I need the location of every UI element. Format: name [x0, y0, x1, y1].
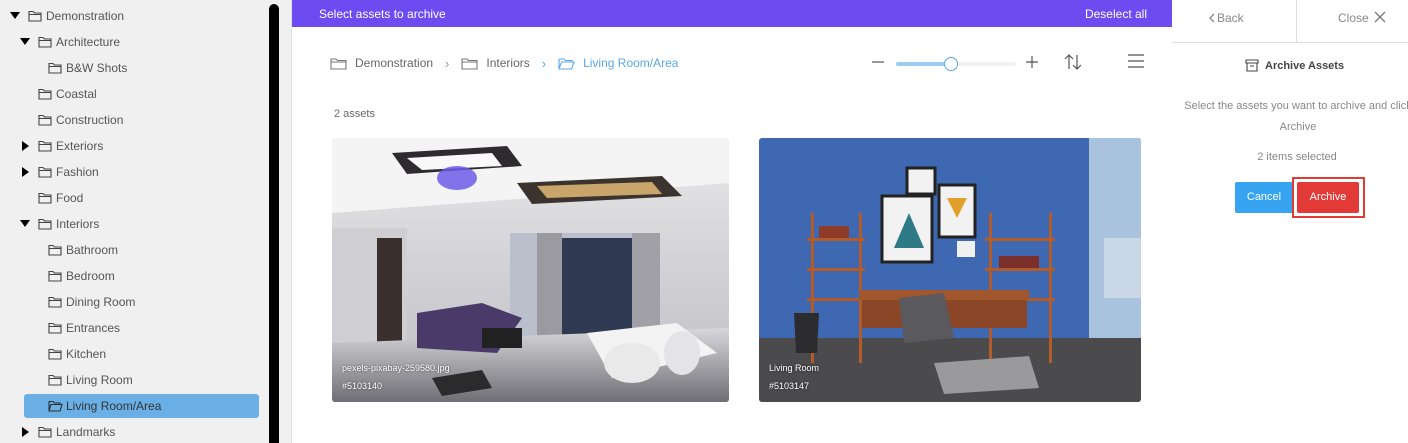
tree-item[interactable]: Living Room: [0, 368, 262, 392]
tree-item[interactable]: Construction: [0, 108, 262, 132]
tree-item[interactable]: Fashion: [0, 160, 262, 184]
archive-mode-bar: Select assets to archive Deselect all: [292, 0, 1173, 27]
tree-item[interactable]: Bathroom: [0, 238, 262, 262]
cancel-button[interactable]: Cancel: [1235, 182, 1293, 213]
breadcrumb: Demonstration › Interiors › Living Room/…: [330, 52, 678, 74]
zoom-slider-fill: [896, 62, 950, 66]
tree-item-label: Fashion: [56, 165, 99, 179]
folder-icon: [38, 192, 52, 207]
tree-item[interactable]: Food: [0, 186, 262, 210]
zoom-in-icon[interactable]: [1025, 55, 1039, 69]
tree-item[interactable]: Dining Room: [0, 290, 262, 314]
tree-item-label: Living Room/Area: [66, 399, 162, 413]
folder-icon: [48, 244, 62, 259]
close-icon: [1374, 11, 1386, 23]
back-button[interactable]: Back: [1172, 0, 1297, 43]
tree-item-label: Entrances: [66, 321, 121, 335]
caret-down-icon[interactable]: [20, 219, 30, 229]
tree-item[interactable]: Kitchen: [0, 342, 262, 366]
asset-card[interactable]: Living Room #5103147: [759, 138, 1141, 402]
menu-icon[interactable]: [1127, 53, 1145, 69]
tree-item-label: Bedroom: [66, 269, 115, 283]
archive-panel: Back Close Archive Assets Select the ass…: [1172, 0, 1408, 443]
folder-icon: [48, 348, 62, 363]
panel-title: Archive Assets: [1265, 60, 1345, 72]
tree-item[interactable]: Entrances: [0, 316, 262, 340]
folder-icon: [48, 270, 62, 285]
tree-scrollbar[interactable]: [269, 4, 279, 443]
chevron-right-icon: ›: [541, 55, 547, 71]
folder-icon: [48, 62, 62, 77]
tree-item-label: Kitchen: [66, 347, 107, 361]
folder-icon: [38, 114, 52, 129]
tree-item[interactable]: Interiors: [0, 212, 262, 236]
back-label: Back: [1217, 11, 1244, 25]
tree-item-label: Bathroom: [66, 243, 119, 257]
tree-item[interactable]: Architecture: [0, 30, 262, 54]
folder-icon: [48, 374, 62, 389]
tree-item-label: Living Room: [66, 373, 133, 387]
selection-count: 2 items selected: [1257, 151, 1337, 163]
tree-item-label: Dining Room: [66, 295, 136, 309]
caret-down-icon[interactable]: [10, 11, 20, 21]
folder-tree: Demonstration Architecture B&W Shots Coasta…: [0, 0, 268, 443]
tree-item[interactable]: Landmarks: [0, 420, 262, 443]
deselect-all-button[interactable]: Deselect all: [1085, 7, 1147, 21]
tree-item-label: B&W Shots: [66, 61, 128, 75]
asset-browser: Select assets to archive Deselect all De…: [291, 0, 1173, 443]
tree-item-label: Demonstration: [46, 9, 125, 23]
folder-icon: [38, 140, 52, 155]
zoom-slider[interactable]: [896, 57, 1016, 71]
caret-right-icon[interactable]: [20, 167, 30, 177]
chevron-left-icon: [1209, 13, 1215, 23]
asset-name: pexels-pixabay-259580.jpg: [342, 363, 450, 373]
asset-card[interactable]: pexels-pixabay-259580.jpg #5103140: [332, 138, 729, 402]
tree-item-label: Architecture: [56, 35, 121, 49]
asset-name: Living Room: [769, 363, 820, 373]
zoom-out-icon[interactable]: [871, 55, 885, 69]
tree-item-label: Landmarks: [56, 425, 116, 439]
caret-right-icon[interactable]: [20, 141, 30, 151]
sort-icon[interactable]: [1063, 52, 1083, 72]
tree-item[interactable]: Living Room/Area: [24, 394, 259, 418]
chevron-right-icon: ›: [445, 55, 450, 71]
folder-icon: [48, 296, 62, 311]
breadcrumb-item-interiors[interactable]: Interiors: [461, 56, 530, 70]
breadcrumb-item-demonstration[interactable]: Demonstration: [330, 56, 433, 70]
breadcrumb-item-current: Living Room/Area: [558, 56, 678, 70]
archive-instructions: Select the assets you want to archive an…: [1184, 100, 1408, 133]
close-button[interactable]: Close: [1297, 0, 1408, 43]
tree-item[interactable]: B&W Shots: [0, 56, 262, 80]
open-folder-icon: [558, 57, 575, 70]
asset-id: #5103147: [769, 381, 810, 391]
tree-item[interactable]: Bedroom: [0, 264, 262, 288]
tree-item-label: Coastal: [56, 87, 97, 101]
asset-count: 2 assets: [334, 108, 375, 120]
caret-down-icon[interactable]: [20, 37, 30, 47]
folder-icon: [38, 426, 52, 441]
close-label: Close: [1338, 11, 1369, 25]
tree-item-label: Exteriors: [56, 139, 104, 153]
tree-item-label: Food: [56, 191, 84, 205]
caret-right-icon[interactable]: [20, 427, 30, 437]
folder-icon: [48, 322, 62, 337]
folder-icon: [38, 218, 52, 233]
tree-item-label: Construction: [56, 113, 124, 127]
tree-item[interactable]: Exteriors: [0, 134, 262, 158]
folder-icon: [330, 57, 347, 70]
tree-item-label: Interiors: [56, 217, 100, 231]
open-folder-icon: [48, 400, 63, 415]
zoom-slider-handle[interactable]: [944, 57, 958, 71]
folder-icon: [38, 36, 52, 51]
folder-icon: [38, 88, 52, 103]
tree-item[interactable]: Demonstration: [0, 4, 262, 28]
asset-id: #5103140: [342, 381, 383, 391]
archive-mode-title: Select assets to archive: [319, 7, 446, 21]
folder-icon: [38, 166, 52, 181]
archive-button[interactable]: Archive: [1297, 182, 1359, 213]
folder-icon: [461, 57, 478, 70]
folder-icon: [28, 10, 42, 25]
tree-item[interactable]: Coastal: [0, 82, 262, 106]
